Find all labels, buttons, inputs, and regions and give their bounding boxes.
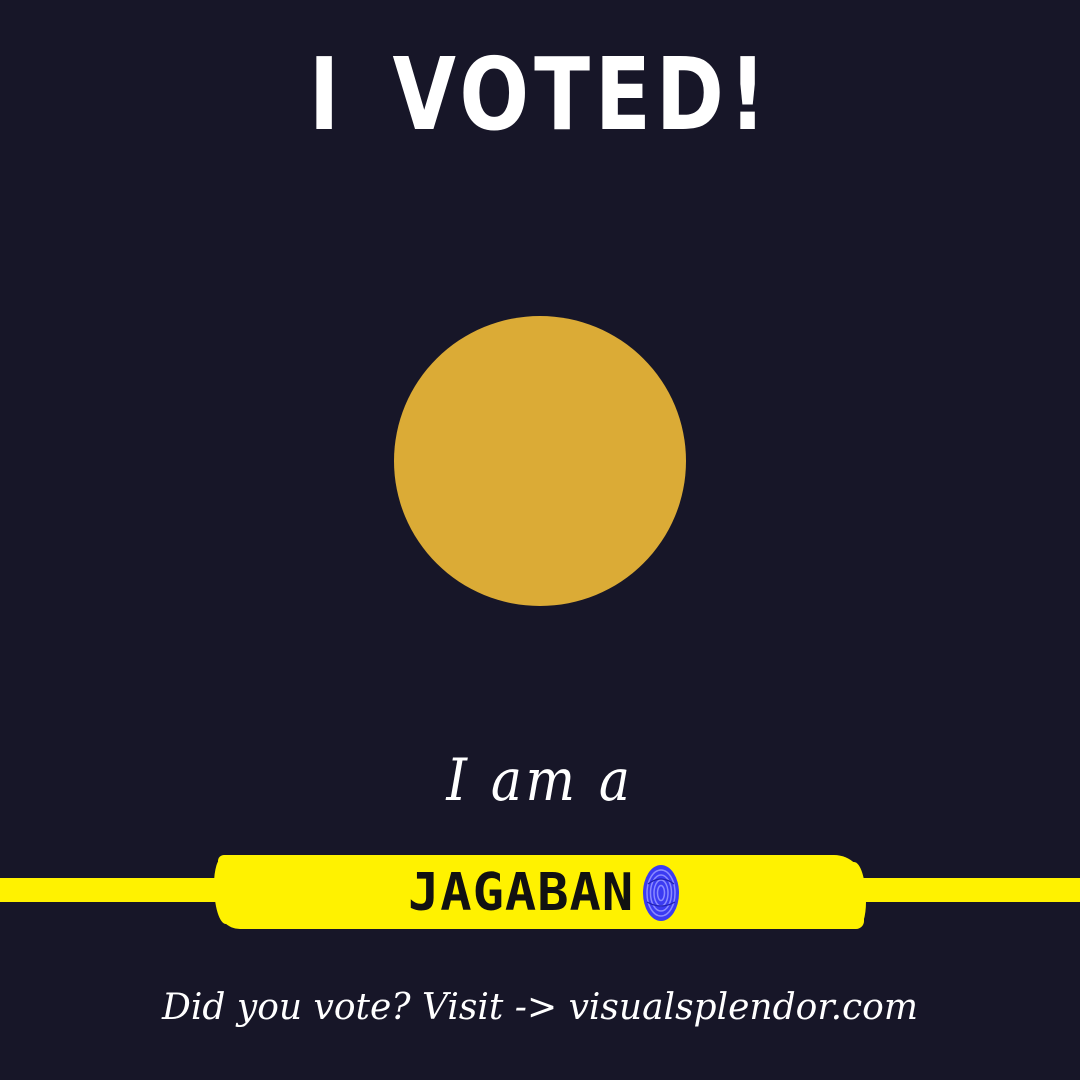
tagline: I am a	[446, 746, 634, 814]
voter-poster: I VOTED! I am a JAGABAN Did you vote? Vi…	[0, 0, 1080, 1080]
banner-label: JAGABAN	[408, 863, 635, 923]
banner-label-group: JAGABAN	[408, 860, 680, 926]
footer-cta: Did you vote? Visit -> visualsplendor.co…	[162, 987, 918, 1028]
fingerprint-icon	[642, 864, 680, 922]
banner-brush-edge-right	[846, 862, 866, 928]
headline: I VOTED!	[308, 36, 772, 153]
photo-placeholder-circle[interactable]	[394, 316, 686, 606]
